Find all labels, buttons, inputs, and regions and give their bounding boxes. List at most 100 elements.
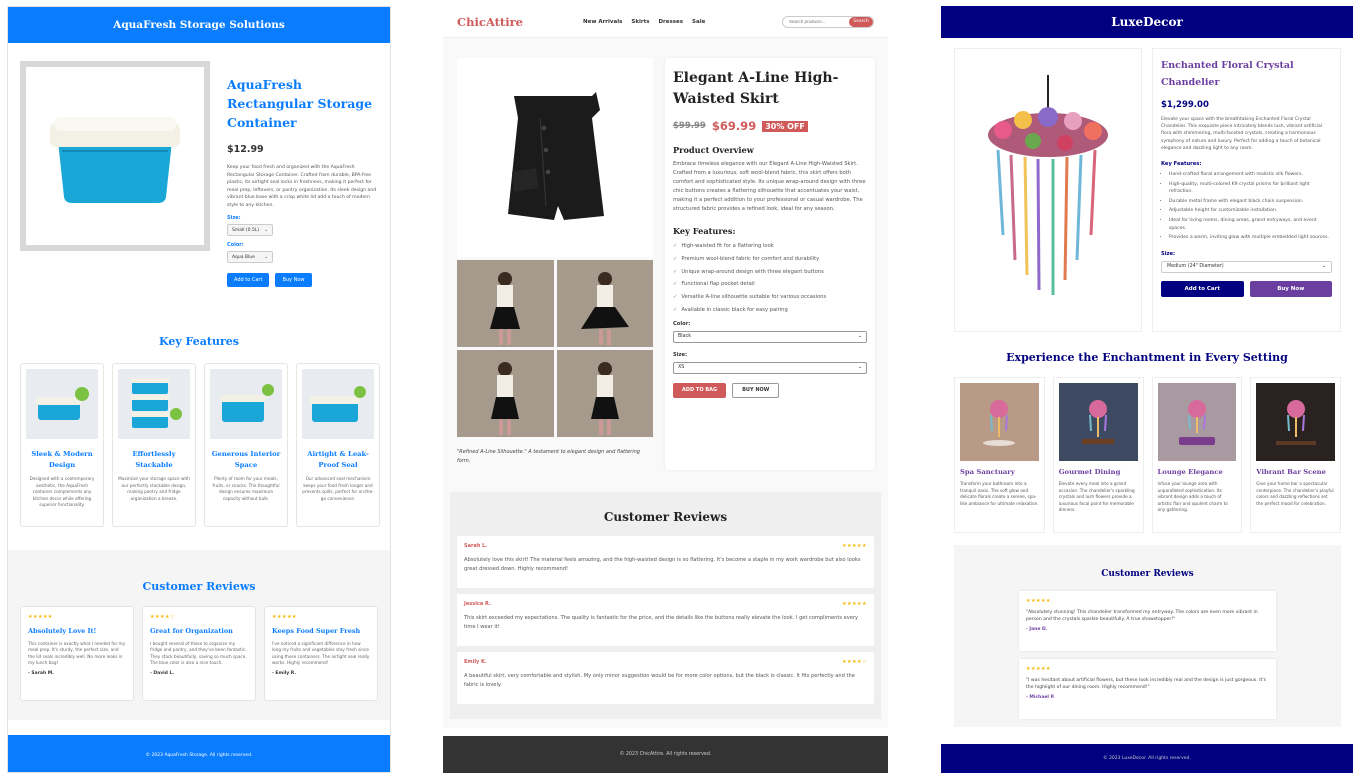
feature-item: Provides a warm, inviting glow with mult…	[1169, 234, 1332, 242]
reviews-section: Customer Reviews Sarah L. ★★★★★ Absolutel…	[450, 492, 881, 719]
setting-text: Elevate every meal into a grand occasion…	[1058, 481, 1135, 512]
star-rating: ★★★★★	[272, 614, 297, 620]
review-card: ★★★★★ Keeps Food Super Fresh I've notice…	[264, 606, 378, 701]
color-label: Color:	[673, 320, 691, 327]
feature-item: ✓ High-waisted fit for a flattering look	[673, 240, 867, 253]
setting-card: Spa Sanctuary Transform your bathroom in…	[954, 377, 1045, 533]
reviewer-name: Sarah L.	[464, 543, 488, 549]
feature-text: Maximize your storage space with our per…	[118, 476, 190, 501]
product-page-body: "Refined A-Line Silhouette." A testament…	[443, 38, 888, 728]
site-footer: © 2023 ChicAttire. All rights reserved.	[443, 736, 888, 773]
star-rating: ★★★★☆	[150, 614, 175, 620]
product-image-frame	[20, 61, 210, 251]
chicattire-page: ChicAttire New Arrivals Skirts Dresses S…	[443, 6, 888, 773]
review-card: Sarah L. ★★★★★ Absolutely love this skirt…	[457, 536, 874, 588]
reviews-heading: Customer Reviews	[1101, 569, 1194, 579]
setting-image	[1157, 383, 1237, 461]
star-rating: ★★★★★	[842, 543, 867, 549]
site-logo[interactable]: ChicAttire	[457, 15, 583, 29]
setting-image	[1058, 383, 1138, 461]
action-buttons: ADD TO BAG BUY NOW	[673, 382, 867, 398]
site-header: LuxeDecor	[941, 6, 1353, 38]
feature-image	[118, 369, 190, 439]
feature-item: High-quality, multi-colored K9 crystal p…	[1169, 181, 1332, 196]
nav-link-sale[interactable]: Sale	[692, 19, 705, 25]
review-text: "Absolutely stunning! This chandelier tr…	[1026, 610, 1258, 623]
size-select[interactable]: XS ⌄	[673, 361, 867, 374]
footer-text: © 2023 ChicAttire. All rights reserved.	[619, 752, 712, 757]
buy-now-button[interactable]: Buy Now	[275, 273, 312, 287]
chandelier-image	[988, 75, 1108, 295]
footer-text: © 2023 AquaFresh Storage. All rights res…	[145, 752, 253, 758]
buy-now-button[interactable]: BUY NOW	[732, 382, 780, 398]
feature-item: ✓ Available in classic black for easy pai…	[673, 304, 867, 317]
feature-text: Plenty of room for your meals, fruits, o…	[212, 476, 280, 501]
features-list: Sleek & Modern Design Designed with a co…	[20, 363, 380, 527]
add-to-cart-button[interactable]: Add to Cart	[1161, 280, 1244, 297]
site-title: LuxeDecor	[1111, 15, 1183, 29]
add-to-bag-button[interactable]: ADD TO BAG	[673, 382, 727, 398]
check-icon: ✓	[673, 243, 678, 249]
setting-title: Vibrant Bar Scene	[1256, 468, 1326, 476]
reviewer-name: Emily K.	[464, 659, 487, 665]
aquafresh-page: AquaFresh Storage Solutions AquaFresh Re…	[7, 6, 391, 773]
review-card: ★★★★★ Absolutely Love It! This container…	[20, 606, 134, 701]
nav-link-skirts[interactable]: Skirts	[631, 19, 649, 25]
reviews-heading: Customer Reviews	[142, 580, 256, 593]
check-icon: ✓	[673, 255, 678, 262]
product-title: AquaFresh Rectangular Storage Container	[227, 77, 373, 130]
review-text: This skirt exceeded my expectations. The…	[464, 615, 858, 630]
buy-now-button[interactable]: Buy Now	[1249, 280, 1332, 297]
feature-card: Generous Interior Space Plenty of room f…	[204, 363, 288, 527]
setting-title: Lounge Elegance	[1157, 468, 1223, 476]
action-buttons: Add to Cart Buy Now	[1161, 280, 1332, 297]
size-select[interactable]: Small (0.5L) ⌄	[227, 224, 273, 236]
add-to-cart-button[interactable]: Add to Cart	[227, 273, 270, 287]
color-select-value: Black	[678, 334, 691, 340]
feature-text: Versatile A-line silhouette suitable for…	[681, 294, 827, 301]
color-select[interactable]: Aqua Blue ⌄	[227, 251, 273, 263]
luxedecor-page: LuxeDecor Enchanted Floral Crystal Chand…	[941, 6, 1353, 773]
review-author: - Michael P.	[1026, 694, 1055, 700]
feature-item: ✓ Unique wrap-around design with three el…	[673, 266, 867, 279]
color-select[interactable]: Black ⌄	[673, 330, 867, 343]
feature-item: Adjustable height for customizable insta…	[1169, 207, 1332, 215]
site-header: AquaFresh Storage Solutions	[8, 7, 390, 43]
product-title: Enchanted Floral Crystal Chandelier	[1161, 60, 1294, 88]
check-icon: ✓	[673, 306, 678, 313]
review-text: I bought several of these to organize my…	[150, 641, 247, 666]
search-input[interactable]	[783, 19, 849, 24]
feature-image	[302, 369, 374, 439]
overview-text: Embrace timeless elegance with our Elega…	[673, 161, 866, 212]
product-image	[26, 67, 204, 245]
check-icon: ✓	[673, 268, 678, 275]
feature-text: Designed with a contemporary aesthetic, …	[29, 476, 95, 508]
size-label: Size:	[1161, 250, 1176, 257]
site-footer: © 2023 LuxeDecor. All rights reserved.	[941, 744, 1353, 773]
sale-price: $69.99	[711, 119, 757, 133]
search-button[interactable]: Search	[849, 16, 873, 27]
product-info: AquaFresh Rectangular Storage Container …	[227, 75, 377, 287]
review-author: - David L.	[150, 670, 175, 676]
product-main-image[interactable]	[457, 58, 653, 257]
check-icon: ✓	[673, 281, 678, 288]
review-text: A beautiful skirt, very comfortable and …	[464, 673, 855, 688]
setting-text: Transform your bathroom into a tranquil …	[960, 481, 1039, 506]
gallery-thumbnail[interactable]	[457, 260, 554, 347]
setting-image	[960, 383, 1039, 461]
gallery-thumbnail[interactable]	[556, 350, 653, 437]
review-text: I've noticed a significant difference in…	[272, 641, 370, 666]
setting-title: Gourmet Dining	[1058, 468, 1121, 476]
feature-text: Our advanced seal mechanism keeps your f…	[302, 476, 374, 501]
settings-list: Spa Sanctuary Transform your bathroom in…	[954, 377, 1341, 533]
size-select[interactable]: Medium (24" Diameter) ⌄	[1161, 260, 1332, 273]
review-text: "I was hesitant about artificial flowers…	[1026, 678, 1267, 691]
review-title: Great for Organization	[150, 627, 233, 635]
discount-badge: 30% OFF	[762, 120, 808, 132]
gallery-thumbnail[interactable]	[457, 350, 554, 437]
gallery-thumbnail[interactable]	[556, 260, 653, 347]
nav-link-new-arrivals[interactable]: New Arrivals	[583, 19, 622, 25]
setting-text: Infuse your lounge area with unparallele…	[1157, 481, 1228, 512]
nav-link-dresses[interactable]: Dresses	[658, 19, 683, 25]
reviews-heading: Customer Reviews	[603, 510, 728, 524]
